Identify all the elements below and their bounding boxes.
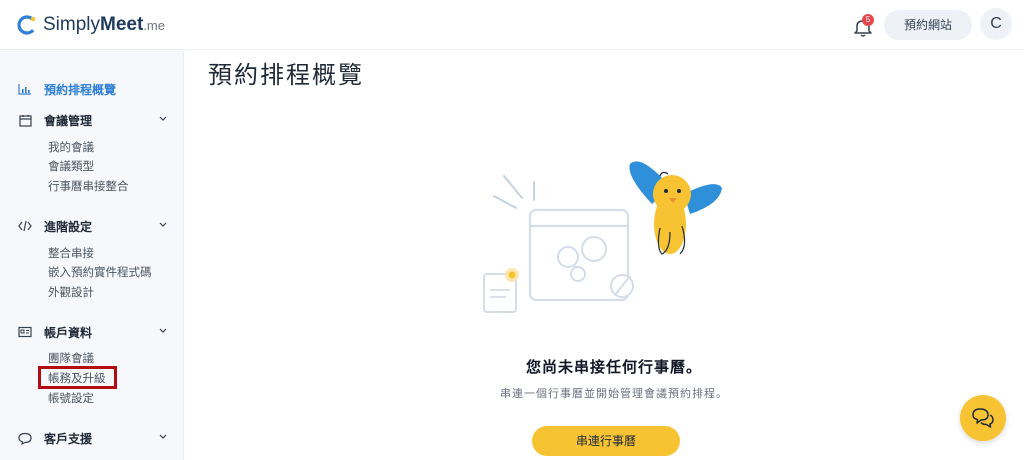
sidebar-item-integrations[interactable]: 整合串接 bbox=[48, 245, 94, 261]
empty-state-title: 您尚未串接任何行事曆。 bbox=[525, 358, 702, 376]
chat-bubble-icon bbox=[18, 431, 32, 445]
chevron-down-icon bbox=[159, 328, 167, 333]
connect-calendar-button[interactable]: 串連行事曆 bbox=[532, 426, 680, 456]
sidebar-item-appearance[interactable]: 外觀設計 bbox=[48, 284, 94, 300]
avatar[interactable]: C bbox=[980, 8, 1012, 40]
sidebar-item-meeting-types[interactable]: 會議類型 bbox=[48, 158, 94, 174]
sidebar-item-embed-code[interactable]: 嵌入預約實件程式碼 bbox=[48, 264, 152, 280]
sidebar-section-label: 帳戶資料 bbox=[44, 325, 93, 340]
notification-badge: 5 bbox=[862, 14, 874, 26]
logo-text: SimplyMeet.me bbox=[43, 14, 165, 35]
chevron-down-icon bbox=[159, 116, 167, 121]
sidebar-section-label: 會議管理 bbox=[44, 113, 93, 128]
chevron-down-icon bbox=[159, 222, 167, 227]
sidebar-item-calendar-integration[interactable]: 行事曆串接整合 bbox=[48, 178, 129, 194]
sidebar-section-label: 客戶支援 bbox=[44, 431, 93, 446]
empty-state-subtitle: 串連一個行事曆並開始管理會議預約排程。 bbox=[500, 387, 728, 400]
booking-site-button[interactable]: 預約網站 bbox=[884, 10, 972, 40]
sidebar-item-label: 預約排程概覽 bbox=[44, 82, 117, 97]
chat-button[interactable] bbox=[960, 395, 1006, 441]
sidebar-item-team-meetings[interactable]: 團隊會議 bbox=[48, 350, 94, 366]
sidebar-section-support[interactable]: 客戶支援 bbox=[18, 428, 168, 448]
id-card-icon bbox=[18, 325, 32, 339]
chart-icon bbox=[18, 82, 32, 96]
sidebar-item-account-settings[interactable]: 帳號設定 bbox=[48, 390, 94, 406]
calendar-icon bbox=[18, 113, 32, 127]
page-title: 預約排程概覽 bbox=[208, 61, 364, 89]
chat-icon bbox=[972, 408, 994, 428]
top-bar: SimplyMeet.me 5 預約網站 C bbox=[0, 0, 1024, 50]
logo[interactable]: SimplyMeet.me bbox=[16, 14, 165, 36]
highlight-box bbox=[38, 366, 117, 389]
sidebar-item-my-meetings[interactable]: 我的會議 bbox=[48, 139, 94, 155]
sidebar-section-advanced[interactable]: 進階設定 bbox=[18, 216, 168, 236]
chevron-down-icon bbox=[159, 434, 167, 439]
sidebar-section-meetings[interactable]: 會議管理 bbox=[18, 110, 168, 130]
code-icon bbox=[18, 219, 32, 233]
empty-calendar-illustration bbox=[483, 161, 722, 313]
sidebar-item-overview[interactable]: 預約排程概覽 bbox=[18, 79, 168, 99]
sidebar-section-label: 進階設定 bbox=[44, 219, 93, 234]
logo-icon bbox=[17, 15, 37, 35]
sidebar-section-account[interactable]: 帳戶資料 bbox=[18, 322, 168, 342]
